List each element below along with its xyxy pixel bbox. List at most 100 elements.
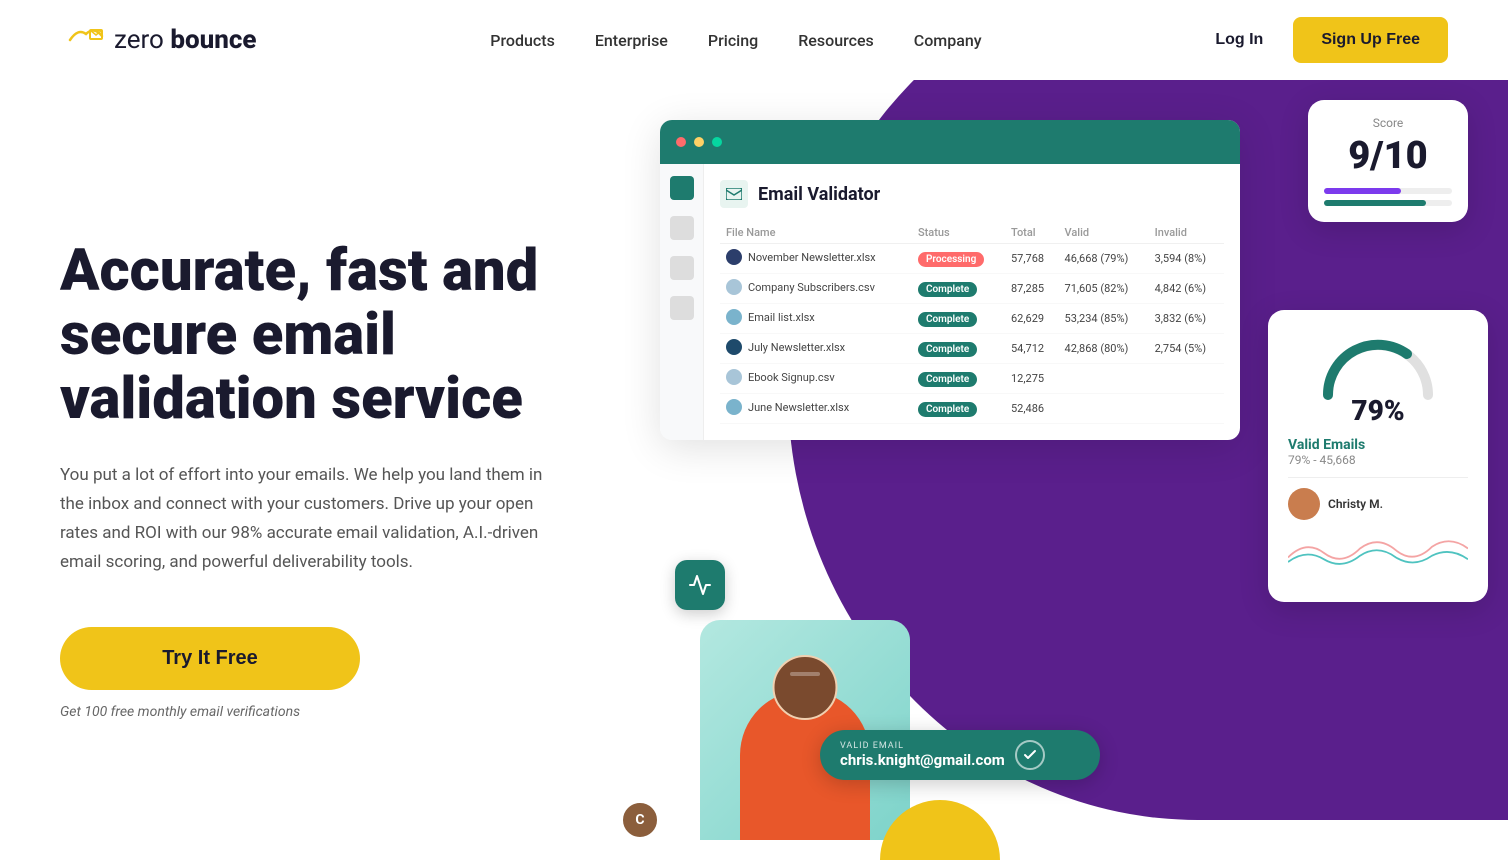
user-avatar-bottom: C <box>620 800 660 840</box>
score-value: 9/10 <box>1324 134 1452 178</box>
cell-invalid: 2,754 (5%) <box>1149 334 1224 364</box>
cell-invalid <box>1149 394 1224 424</box>
badge-text: VALID EMAIL chris.knight@gmail.com <box>840 741 1005 769</box>
dashboard-sidebar <box>660 164 704 440</box>
col-total: Total <box>1005 222 1059 244</box>
col-filename: File Name <box>720 222 912 244</box>
sidebar-icon-4 <box>670 296 694 320</box>
table-row: July Newsletter.xlsx Complete 54,712 42,… <box>720 334 1224 364</box>
nav-resources[interactable]: Resources <box>798 31 874 50</box>
cell-status: Complete <box>912 364 1005 394</box>
dashboard-title-row: Email Validator <box>720 180 1224 208</box>
cell-total: 62,629 <box>1005 304 1059 334</box>
cell-status: Complete <box>912 274 1005 304</box>
cell-invalid: 3,832 (6%) <box>1149 304 1224 334</box>
cell-filename: November Newsletter.xlsx <box>720 244 912 274</box>
cell-total: 87,285 <box>1005 274 1059 304</box>
dashboard-card: Email Validator File Name Status Total V… <box>660 120 1240 440</box>
valid-emails-card: 79% Valid Emails 79% - 45,668 Christy M. <box>1268 310 1488 602</box>
col-valid: Valid <box>1059 222 1149 244</box>
cell-status: Processing <box>912 244 1005 274</box>
cell-valid <box>1059 394 1149 424</box>
table-row: Company Subscribers.csv Complete 87,285 … <box>720 274 1224 304</box>
window-dot-red <box>676 137 686 147</box>
nav-pricing[interactable]: Pricing <box>708 31 758 50</box>
cell-status: Complete <box>912 334 1005 364</box>
col-status: Status <box>912 222 1005 244</box>
cell-invalid <box>1149 364 1224 394</box>
free-note: Get 100 free monthly email verifications <box>60 704 620 720</box>
table-row: November Newsletter.xlsx Processing 57,7… <box>720 244 1224 274</box>
logo-icon <box>60 20 110 60</box>
col-invalid: Invalid <box>1149 222 1224 244</box>
activity-icon <box>675 560 725 610</box>
gauge-svg <box>1313 330 1443 400</box>
score-label: Score <box>1324 116 1452 130</box>
christy-row: Christy M. <box>1288 488 1468 520</box>
table-row: Email list.xlsx Complete 62,629 53,234 (… <box>720 304 1224 334</box>
cell-filename: June Newsletter.xlsx <box>720 394 912 424</box>
cell-invalid: 4,842 (6%) <box>1149 274 1224 304</box>
cell-total: 52,486 <box>1005 394 1059 424</box>
dashboard-title: Email Validator <box>758 184 880 205</box>
window-dot-yellow <box>694 137 704 147</box>
nav-company[interactable]: Company <box>914 31 982 50</box>
score-bar-2 <box>1324 200 1452 206</box>
sidebar-icon-3 <box>670 256 694 280</box>
sidebar-icon-active <box>670 176 694 200</box>
cell-filename: July Newsletter.xlsx <box>720 334 912 364</box>
cell-filename: Company Subscribers.csv <box>720 274 912 304</box>
badge-email: chris.knight@gmail.com <box>840 751 1005 769</box>
logo-text: zero bounce <box>114 25 257 55</box>
christy-avatar <box>1288 488 1320 520</box>
signup-button[interactable]: Sign Up Free <box>1293 17 1448 63</box>
dashboard-body: Email Validator File Name Status Total V… <box>660 164 1240 440</box>
login-button[interactable]: Log In <box>1215 31 1263 49</box>
cell-total: 57,768 <box>1005 244 1059 274</box>
table-row: June Newsletter.xlsx Complete 52,486 <box>720 394 1224 424</box>
header-actions: Log In Sign Up Free <box>1215 17 1448 63</box>
cell-valid: 46,668 (79%) <box>1059 244 1149 274</box>
cell-valid: 71,605 (82%) <box>1059 274 1149 304</box>
main-nav: Products Enterprise Pricing Resources Co… <box>490 31 981 50</box>
hero-illustration: Email Validator File Name Status Total V… <box>620 80 1508 860</box>
cell-valid <box>1059 364 1149 394</box>
cell-invalid: 3,594 (8%) <box>1149 244 1224 274</box>
valid-email-badge: VALID EMAIL chris.knight@gmail.com <box>820 730 1100 780</box>
cell-filename: Ebook Signup.csv <box>720 364 912 394</box>
gauge-chart: 79% <box>1288 330 1468 427</box>
cell-valid: 42,868 (80%) <box>1059 334 1149 364</box>
table-row: Ebook Signup.csv Complete 12,275 <box>720 364 1224 394</box>
dashboard-header <box>660 120 1240 164</box>
christy-name: Christy M. <box>1328 497 1383 511</box>
main-container: Accurate, fast and secure email validati… <box>0 80 1508 860</box>
cell-total: 12,275 <box>1005 364 1059 394</box>
score-bar-fill-2 <box>1324 200 1426 206</box>
hero-title: Accurate, fast and secure email validati… <box>60 240 620 431</box>
hero-section: Accurate, fast and secure email validati… <box>0 80 620 860</box>
valid-title: Valid Emails <box>1288 437 1468 453</box>
score-bar-fill-1 <box>1324 188 1401 194</box>
valid-subtitle: 79% - 45,668 <box>1288 453 1468 467</box>
logo[interactable]: zero bounce <box>60 20 257 60</box>
hero-description: You put a lot of effort into your emails… <box>60 461 560 577</box>
window-dot-green <box>712 137 722 147</box>
nav-products[interactable]: Products <box>490 31 555 50</box>
cell-total: 54,712 <box>1005 334 1059 364</box>
cell-filename: Email list.xlsx <box>720 304 912 334</box>
badge-label: VALID EMAIL <box>840 741 1005 751</box>
main-header: zero bounce Products Enterprise Pricing … <box>0 0 1508 80</box>
email-icon <box>720 180 748 208</box>
score-bar <box>1324 188 1452 194</box>
cell-status: Complete <box>912 394 1005 424</box>
dashboard-table: File Name Status Total Valid Invalid Nov… <box>720 222 1224 424</box>
cell-status: Complete <box>912 304 1005 334</box>
nav-enterprise[interactable]: Enterprise <box>595 31 668 50</box>
sidebar-icon-2 <box>670 216 694 240</box>
wave-chart <box>1288 528 1468 578</box>
check-circle-icon <box>1015 740 1045 770</box>
dashboard-main-content: Email Validator File Name Status Total V… <box>704 164 1240 440</box>
score-card: Score 9/10 <box>1308 100 1468 222</box>
cell-valid: 53,234 (85%) <box>1059 304 1149 334</box>
try-free-button[interactable]: Try It Free <box>60 627 360 690</box>
